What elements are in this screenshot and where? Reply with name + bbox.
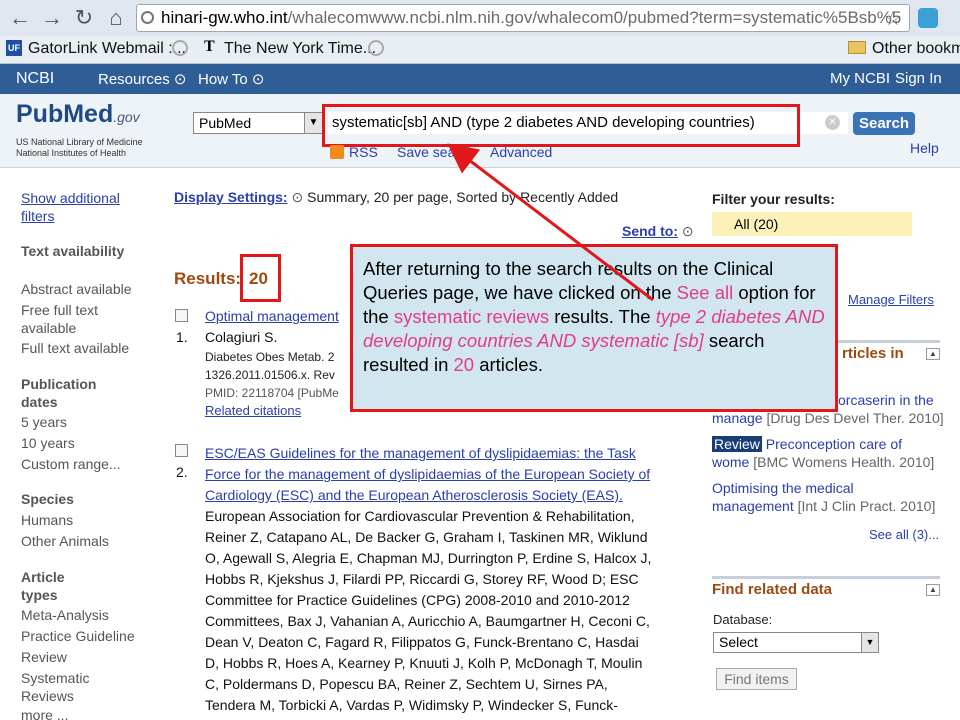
annotation-arrow-icon [447,143,654,302]
